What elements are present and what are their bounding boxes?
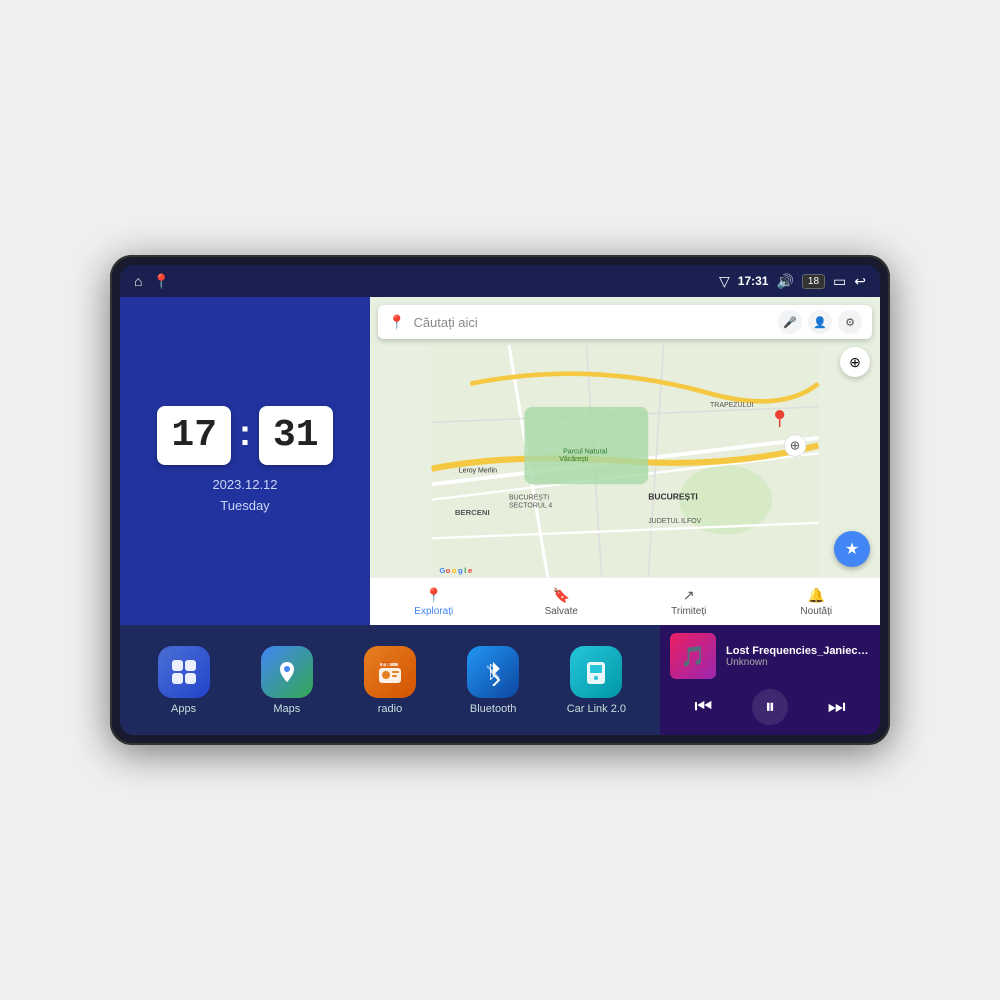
account-btn[interactable]: 👤: [808, 310, 832, 334]
map-nav-explore[interactable]: 📍 Explorați: [370, 587, 498, 617]
svg-text:g: g: [458, 566, 463, 575]
status-left-icons: ⌂ 📍: [134, 273, 170, 290]
map-location-btn[interactable]: ★: [834, 531, 870, 567]
map-pin-icon: 📍: [388, 314, 405, 331]
clock-colon: :: [239, 412, 251, 454]
maps-icon: [261, 646, 313, 698]
music-title: Lost Frequencies_Janieck Devy-...: [726, 645, 870, 657]
music-controls: ⏮ ⏸ ⏭: [670, 685, 870, 729]
device-screen: ⌂ 📍 ▽ 17:31 🔊 18 ▭ ↩ 17 :: [120, 265, 880, 735]
status-right-info: ▽ 17:31 🔊 18 ▭ ↩: [719, 273, 866, 290]
top-row: 17 : 31 2023.12.12 Tuesday 📍 Căutați aic…: [120, 297, 880, 625]
battery-icon: ▭: [833, 273, 846, 290]
music-info: Lost Frequencies_Janieck Devy-... Unknow…: [726, 645, 870, 668]
radio-label: radio: [378, 703, 402, 715]
map-search-bar[interactable]: 📍 Căutați aici 🎤 👤 ⚙: [378, 305, 872, 339]
apps-row: Apps Maps: [120, 625, 660, 735]
svg-text:e: e: [468, 566, 473, 575]
svg-text:SECTORUL 4: SECTORUL 4: [509, 502, 552, 509]
app-item-apps[interactable]: Apps: [151, 646, 216, 715]
music-player: 🎵 Lost Frequencies_Janieck Devy-... Unkn…: [660, 625, 880, 735]
app-item-maps[interactable]: Maps: [254, 646, 319, 715]
more-btn[interactable]: ⚙: [838, 310, 862, 334]
battery-level: 18: [802, 274, 825, 289]
bottom-row: Apps Maps: [120, 625, 880, 735]
maps-label: Maps: [273, 703, 300, 715]
apps-icon: [158, 646, 210, 698]
svg-text:l: l: [464, 566, 466, 575]
svg-text:G: G: [439, 566, 445, 575]
svg-text:TRAPEZULUI: TRAPEZULUI: [710, 402, 753, 409]
device-frame: ⌂ 📍 ▽ 17:31 🔊 18 ▭ ↩ 17 :: [110, 255, 890, 745]
main-content: 17 : 31 2023.12.12 Tuesday 📍 Căutați aic…: [120, 297, 880, 735]
svg-text:Văcărești: Văcărești: [559, 456, 588, 463]
svg-text:BUCUREȘTI: BUCUREȘTI: [509, 495, 549, 502]
prev-button[interactable]: ⏮: [685, 689, 721, 725]
news-icon: 🔔: [808, 587, 825, 604]
explore-label: Explorați: [414, 606, 453, 617]
app-item-carlink[interactable]: Car Link 2.0: [564, 646, 629, 715]
svg-text:FM: FM: [382, 662, 391, 668]
radio-icon: FM: [364, 646, 416, 698]
music-top: 🎵 Lost Frequencies_Janieck Devy-... Unkn…: [670, 633, 870, 679]
map-search-actions: 🎤 👤 ⚙: [778, 310, 862, 334]
status-bar: ⌂ 📍 ▽ 17:31 🔊 18 ▭ ↩: [120, 265, 880, 297]
send-icon: ↗: [683, 587, 695, 604]
map-nav-saved[interactable]: 🔖 Salvate: [498, 587, 626, 617]
next-button[interactable]: ⏭: [819, 689, 855, 725]
bluetooth-label: Bluetooth: [470, 703, 516, 715]
clock-display: 17 : 31: [157, 406, 332, 465]
map-compass-btn[interactable]: ⊕: [840, 347, 870, 377]
svg-text:o: o: [446, 566, 451, 575]
svg-text:Parcul Natural: Parcul Natural: [563, 448, 608, 455]
app-item-bluetooth[interactable]: ᛒ Bluetooth: [461, 646, 526, 715]
svg-text:BUCUREȘTI: BUCUREȘTI: [648, 492, 698, 502]
map-content-area: Parcul Natural Văcărești BERCENI BUCUREȘ…: [370, 345, 880, 577]
clock-hour: 17: [157, 406, 231, 465]
maps-status-icon[interactable]: 📍: [152, 273, 169, 290]
bluetooth-icon: ᛒ: [467, 646, 519, 698]
svg-text:Leroy Merlin: Leroy Merlin: [459, 468, 497, 475]
app-item-radio[interactable]: FM radio: [357, 646, 422, 715]
map-search-placeholder[interactable]: Căutați aici: [413, 315, 770, 330]
map-svg: Parcul Natural Văcărești BERCENI BUCUREȘ…: [370, 345, 880, 577]
voice-search-btn[interactable]: 🎤: [778, 310, 802, 334]
map-panel[interactable]: 📍 Căutați aici 🎤 👤 ⚙: [370, 297, 880, 625]
music-thumbnail: 🎵: [670, 633, 716, 679]
saved-label: Salvate: [545, 606, 578, 617]
carlink-label: Car Link 2.0: [567, 703, 626, 715]
apps-label: Apps: [171, 703, 196, 715]
explore-icon: 📍: [425, 587, 442, 604]
map-nav-news[interactable]: 🔔 Noutăți: [753, 587, 881, 617]
clock-date: 2023.12.12 Tuesday: [212, 475, 277, 517]
svg-text:JUDEȚUL ILFOV: JUDEȚUL ILFOV: [648, 518, 701, 525]
svg-text:⊕: ⊕: [790, 438, 800, 452]
home-icon[interactable]: ⌂: [134, 273, 142, 289]
svg-text:ᛒ: ᛒ: [487, 662, 498, 682]
music-thumb-icon: 🎵: [681, 644, 706, 669]
signal-icon: ▽: [719, 273, 730, 290]
clock-panel: 17 : 31 2023.12.12 Tuesday: [120, 297, 370, 625]
carlink-icon: [570, 646, 622, 698]
back-icon[interactable]: ↩: [854, 273, 866, 290]
volume-icon[interactable]: 🔊: [776, 273, 793, 290]
status-time: 17:31: [738, 274, 769, 288]
send-label: Trimiteți: [671, 606, 706, 617]
saved-icon: 🔖: [553, 587, 570, 604]
svg-text:BERCENI: BERCENI: [455, 508, 490, 517]
map-nav-send[interactable]: ↗ Trimiteți: [625, 587, 753, 617]
news-label: Noutăți: [800, 606, 832, 617]
clock-minute: 31: [259, 406, 333, 465]
play-pause-button[interactable]: ⏸: [752, 689, 788, 725]
svg-text:o: o: [452, 566, 457, 575]
music-artist: Unknown: [726, 657, 870, 668]
map-bottom-nav: 📍 Explorați 🔖 Salvate ↗ Trimiteți 🔔: [370, 577, 880, 625]
